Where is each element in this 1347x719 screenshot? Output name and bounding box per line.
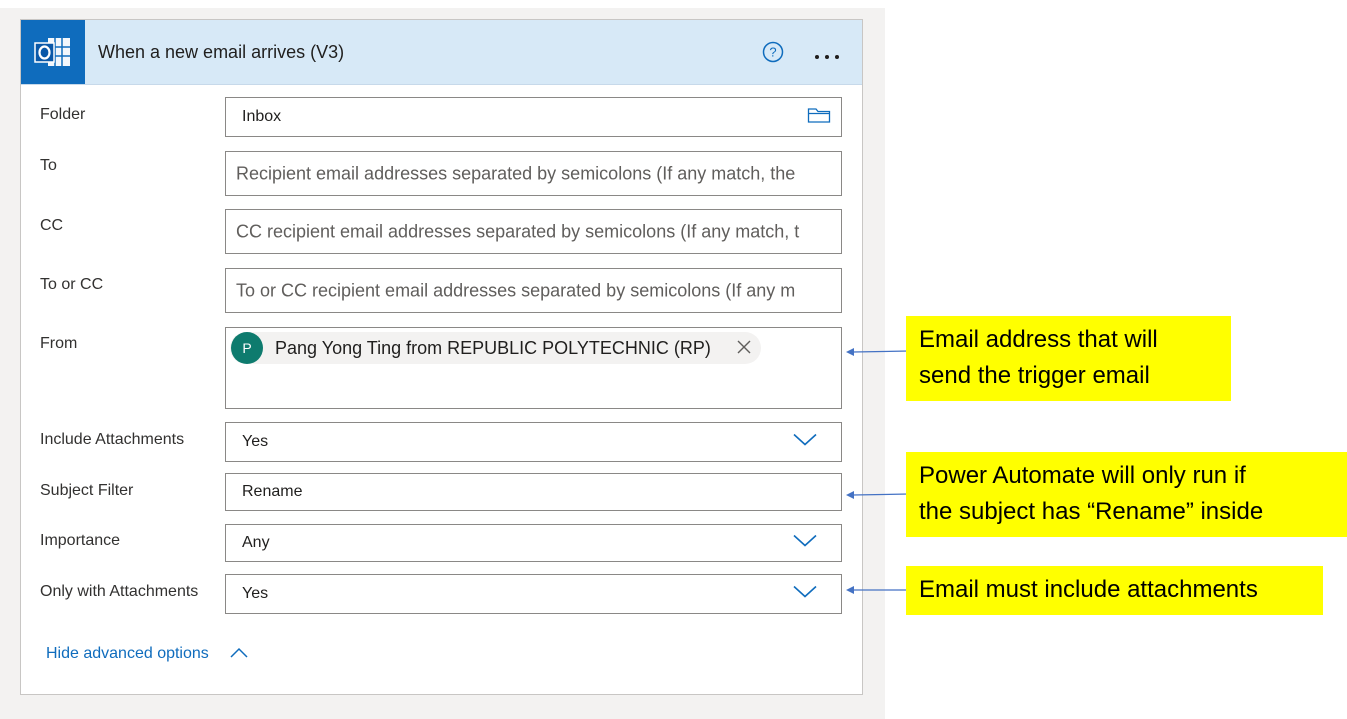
callout-arrow-attachments (846, 586, 909, 594)
importance-select[interactable]: Any (225, 524, 842, 562)
importance-label: Importance (40, 532, 121, 549)
callout-arrow-from (846, 348, 909, 356)
callout-from-line2: send the trigger email (919, 362, 1150, 389)
callout-from: Email address that will send the trigger… (906, 316, 1231, 401)
callout-attachments-text: Email must include attachments (919, 576, 1258, 603)
only-with-attachments-value: Yes (242, 585, 269, 602)
cc-input[interactable]: CC recipient email addresses separated b… (225, 209, 842, 254)
svg-text:?: ? (769, 45, 776, 60)
chevron-down-icon[interactable] (793, 433, 817, 452)
callout-subject-line2: the subject has “Rename” inside (919, 498, 1264, 525)
more-horizontal-icon[interactable] (815, 46, 847, 59)
only-with-attachments-label: Only with Attachments (40, 583, 199, 600)
chevron-down-icon[interactable] (793, 585, 817, 604)
include-attachments-select[interactable]: Yes (225, 422, 842, 462)
subject-filter-input[interactable]: Rename (225, 473, 842, 511)
folder-input[interactable]: Inbox (225, 97, 842, 137)
to-or-cc-input[interactable]: To or CC recipient email addresses separ… (225, 268, 842, 313)
folder-icon[interactable] (807, 106, 831, 129)
cc-placeholder: CC recipient email addresses separated b… (236, 221, 800, 241)
to-or-cc-placeholder: To or CC recipient email addresses separ… (236, 280, 796, 300)
callout-subject: Power Automate will only run if the subj… (906, 452, 1347, 537)
to-label: To (40, 157, 57, 174)
folder-label: Folder (40, 106, 86, 123)
only-with-attachments-select[interactable]: Yes (225, 574, 842, 614)
from-token[interactable]: P Pang Yong Ting from REPUBLIC POLYTECHN… (230, 332, 761, 364)
chevron-up-icon (230, 647, 248, 658)
to-or-cc-label: To or CC (40, 276, 104, 293)
from-label: From (40, 335, 78, 352)
from-token-name: Pang Yong Ting from REPUBLIC POLYTECHNIC… (275, 338, 711, 358)
importance-value: Any (242, 534, 270, 551)
help-circle-icon[interactable]: ? (762, 41, 784, 63)
include-attachments-value: Yes (242, 433, 269, 450)
close-icon[interactable] (737, 340, 751, 359)
hide-advanced-options-link[interactable]: Hide advanced options (46, 645, 248, 663)
trigger-header[interactable]: When a new email arrives (V3) ? (21, 20, 862, 85)
trigger-card: When a new email arrives (V3) ? Folder I… (20, 19, 863, 695)
subject-filter-value: Rename (242, 483, 303, 500)
cc-label: CC (40, 217, 64, 234)
avatar: P (231, 332, 263, 364)
to-input[interactable]: Recipient email addresses separated by s… (225, 151, 842, 196)
hide-advanced-options-label: Hide advanced options (46, 645, 209, 662)
callout-arrow-subject (846, 491, 909, 499)
chevron-down-icon[interactable] (793, 534, 817, 553)
callout-attachments: Email must include attachments (906, 566, 1323, 615)
subject-filter-label: Subject Filter (40, 482, 134, 499)
callout-from-line1: Email address that will (919, 326, 1158, 353)
to-placeholder: Recipient email addresses separated by s… (236, 163, 796, 183)
from-input[interactable]: P Pang Yong Ting from REPUBLIC POLYTECHN… (225, 327, 842, 409)
trigger-title: When a new email arrives (V3) (98, 42, 345, 62)
include-attachments-label: Include Attachments (40, 431, 185, 448)
folder-value: Inbox (242, 108, 282, 125)
callout-subject-line1: Power Automate will only run if (919, 462, 1246, 489)
outlook-icon (21, 20, 85, 84)
